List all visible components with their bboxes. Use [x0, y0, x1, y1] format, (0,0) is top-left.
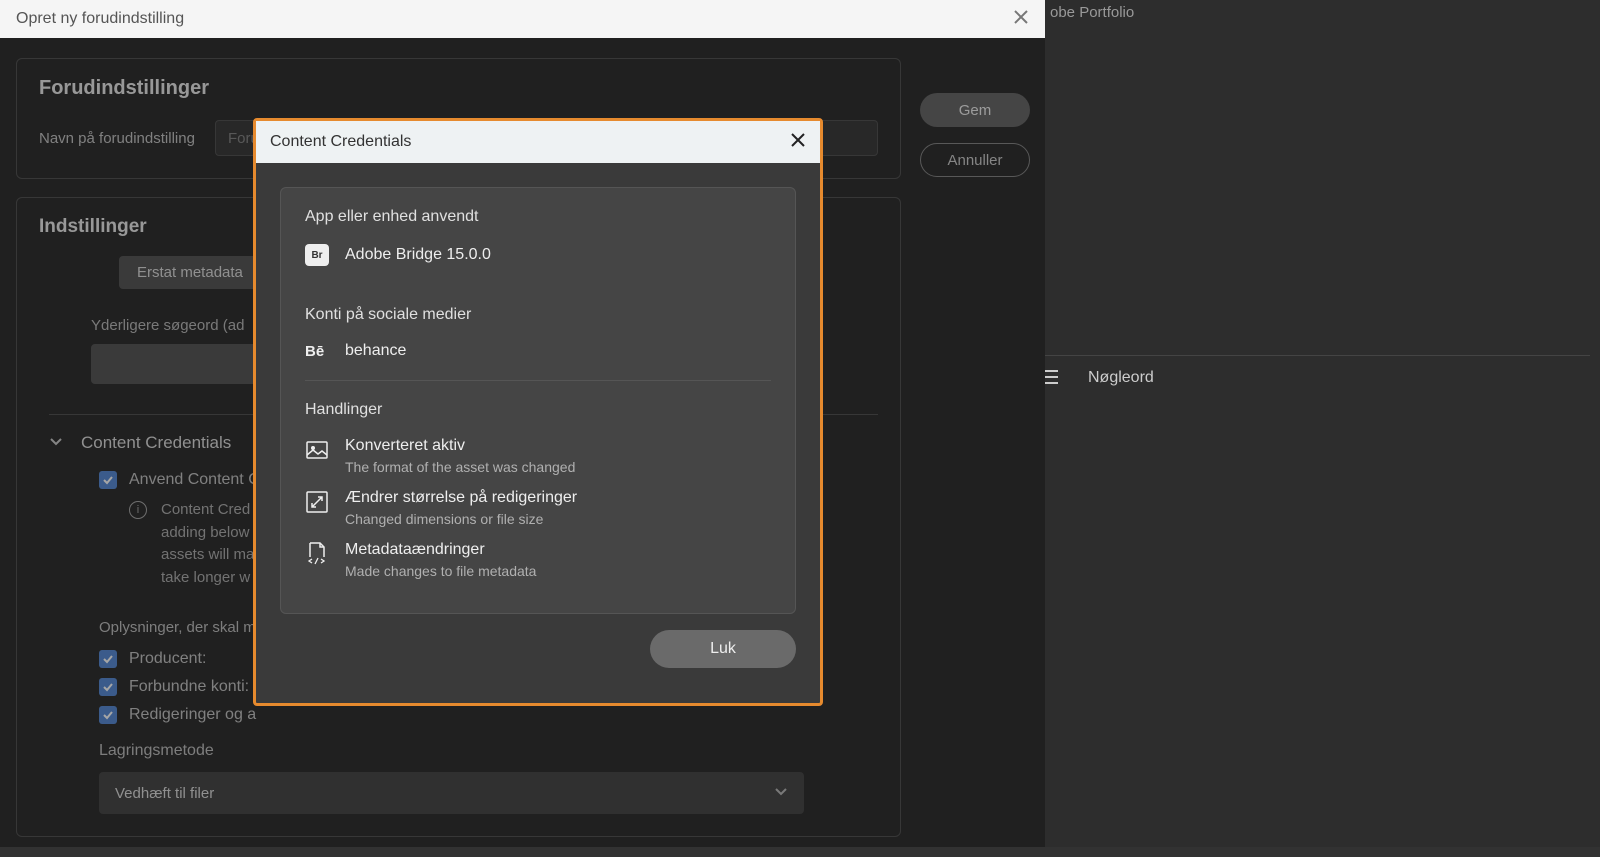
- credentials-panel: App eller enhed anvendt Br Adobe Bridge …: [280, 187, 796, 614]
- dialog-title: Opret ny forudindstilling: [16, 10, 184, 28]
- action-converted: Konverteret aktiv The format of the asse…: [305, 437, 771, 475]
- image-icon: [305, 439, 329, 461]
- dialog-titlebar: Opret ny forudindstilling: [0, 0, 1045, 38]
- behance-icon: Bē: [305, 343, 329, 360]
- action-title: Konverteret aktiv: [345, 437, 575, 455]
- keywords-panel-header: Nøgleord: [1040, 355, 1590, 395]
- app-name: Adobe Bridge 15.0.0: [345, 246, 491, 264]
- action-desc: Changed dimensions or file size: [345, 511, 577, 527]
- content-credentials-modal: Content Credentials App eller enhed anve…: [253, 118, 823, 706]
- resize-icon: [305, 491, 329, 513]
- action-title: Metadataændringer: [345, 541, 536, 559]
- action-resize: Ændrer størrelse på redigeringer Changed…: [305, 489, 771, 527]
- action-metadata: Metadataændringer Made changes to file m…: [305, 541, 771, 579]
- app-used-heading: App eller enhed anvendt: [305, 208, 771, 226]
- bg-portfolio-label: obe Portfolio: [1050, 4, 1134, 21]
- actions-heading: Handlinger: [305, 401, 771, 419]
- app-background-panel: [1044, 0, 1600, 847]
- keywords-label: Nøgleord: [1088, 369, 1154, 387]
- action-desc: The format of the asset was changed: [345, 459, 575, 475]
- file-code-icon: [305, 543, 329, 565]
- action-title: Ændrer størrelse på redigeringer: [345, 489, 577, 507]
- close-icon[interactable]: [1013, 8, 1029, 31]
- bridge-app-icon: Br: [305, 244, 329, 266]
- social-accounts-heading: Konti på sociale medier: [305, 306, 771, 324]
- social-account-name: behance: [345, 342, 406, 360]
- modal-titlebar: Content Credentials: [256, 121, 820, 163]
- close-button[interactable]: Luk: [650, 630, 796, 668]
- close-icon[interactable]: [790, 132, 806, 153]
- modal-title: Content Credentials: [270, 133, 411, 151]
- action-desc: Made changes to file metadata: [345, 563, 536, 579]
